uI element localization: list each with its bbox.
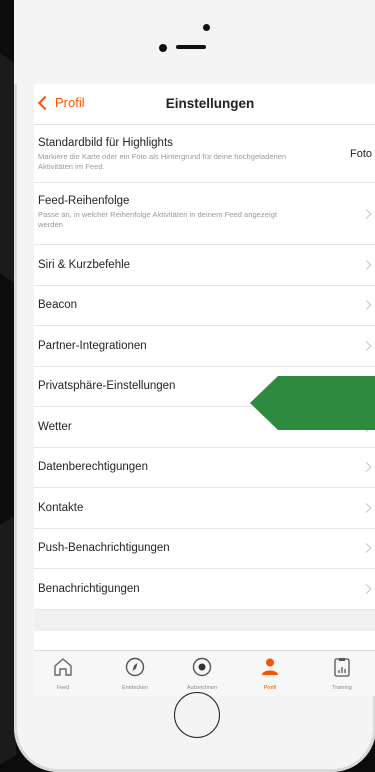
tab-label: Entdecken xyxy=(122,685,148,691)
chevron-right-icon xyxy=(361,502,372,513)
setting-label: Siri & Kurzbefehle xyxy=(38,258,131,271)
setting-partner-integrations[interactable]: Partner-Integrationen xyxy=(34,326,375,367)
tab-label: Training xyxy=(332,685,352,691)
setting-notifications[interactable]: Benachrichtigungen xyxy=(34,569,375,610)
setting-label: Partner-Integrationen xyxy=(38,339,147,352)
chevron-right-icon xyxy=(361,543,372,554)
tab-label: Profil xyxy=(263,685,277,691)
setting-contacts[interactable]: Kontakte xyxy=(34,488,375,529)
setting-description: Markiere die Karte oder ein Foto als Hin… xyxy=(38,152,287,171)
tab-record[interactable]: Aufzeichnen xyxy=(182,656,222,691)
setting-label: Push-Benachrichtigungen xyxy=(38,542,170,555)
setting-push-notifications[interactable]: Push-Benachrichtigungen xyxy=(34,528,375,569)
chevron-right-icon xyxy=(361,462,372,473)
page-title: Einstellungen xyxy=(165,96,255,111)
setting-label: Benachrichtigungen xyxy=(38,582,140,595)
proximity-sensor xyxy=(159,44,167,52)
training-log-icon xyxy=(334,658,350,677)
tab-explore[interactable]: Entdecken xyxy=(115,656,155,691)
setting-value: Foto xyxy=(349,147,372,160)
compass-icon xyxy=(125,657,145,677)
tab-label: Feed xyxy=(56,685,70,691)
chevron-right-icon xyxy=(361,340,372,351)
home-button[interactable] xyxy=(174,692,220,738)
setting-description: Passe an, in welcher Reihenfolge Aktivit… xyxy=(38,210,277,229)
phone-top-bezel xyxy=(14,0,375,84)
setting-data-permissions[interactable]: Datenberechtigungen xyxy=(34,447,375,488)
tab-profile[interactable]: Profil xyxy=(250,656,290,691)
chevron-right-icon xyxy=(361,208,372,219)
tab-feed[interactable]: Feed xyxy=(43,656,83,691)
home-icon xyxy=(54,658,72,676)
chevron-right-icon xyxy=(361,300,372,311)
tab-bar: Feed Entdecken Aufzeichnen Profil Traini… xyxy=(34,650,375,696)
setting-label: Beacon xyxy=(38,299,78,312)
setting-label: Kontakte xyxy=(38,501,84,514)
highlight-arrow-pointer xyxy=(250,376,375,430)
tab-training[interactable]: Training xyxy=(322,656,362,691)
setting-label: Wetter xyxy=(38,420,72,433)
earpiece-speaker xyxy=(176,45,206,49)
setting-label: Datenberechtigungen xyxy=(38,461,148,474)
setting-feed-order[interactable]: Feed-Reihenfolge Passe an, in welcher Re… xyxy=(34,183,375,245)
front-camera xyxy=(203,24,210,31)
setting-label: Privatsphäre-Einstellungen xyxy=(38,380,176,393)
profile-icon xyxy=(262,658,278,675)
navigation-bar: Profil Einstellungen xyxy=(34,84,375,125)
setting-label: Feed-Reihenfolge xyxy=(38,195,130,207)
record-icon xyxy=(192,657,212,677)
chevron-right-icon xyxy=(361,259,372,270)
chevron-right-icon xyxy=(361,583,372,594)
setting-siri-shortcuts[interactable]: Siri & Kurzbefehle xyxy=(34,245,375,286)
tab-label: Aufzeichnen xyxy=(186,685,218,691)
setting-label: Standardbild für Highlights xyxy=(38,137,173,149)
list-footer-spacer xyxy=(34,609,375,631)
setting-default-highlight-image[interactable]: Standardbild für Highlights Markiere die… xyxy=(34,125,375,183)
setting-beacon[interactable]: Beacon xyxy=(34,285,375,326)
